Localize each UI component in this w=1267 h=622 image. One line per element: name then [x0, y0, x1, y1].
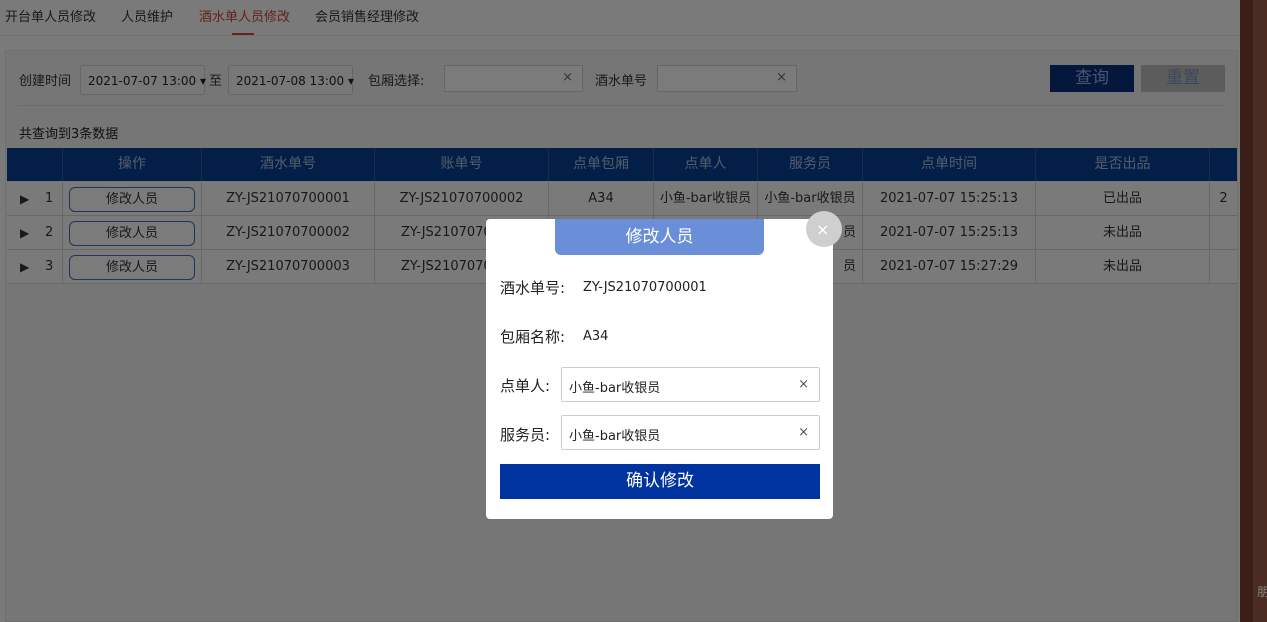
edge-glyph: 朋 [1257, 585, 1267, 599]
window-edge-inner [1253, 0, 1267, 622]
orderer-select-value: 小鱼-bar收银员 [569, 381, 661, 396]
dialog-close-button[interactable]: × [806, 211, 842, 247]
orderer-label: 点单人: [500, 377, 551, 395]
order-no-label: 酒水单号: [500, 279, 566, 297]
clear-icon[interactable]: × [798, 425, 809, 440]
orderer-select[interactable]: 小鱼-bar收银员 × [561, 367, 820, 402]
waiter-select[interactable]: 小鱼-bar收银员 × [561, 415, 820, 450]
clear-icon[interactable]: × [798, 377, 809, 392]
dialog-title: 修改人员 [555, 219, 764, 255]
edit-staff-dialog: 修改人员 × 酒水单号: ZY-JS21070700001 包厢名称: A34 … [486, 211, 842, 519]
room-name-label: 包厢名称: [500, 328, 566, 346]
order-no-value: ZY-JS21070700001 [583, 280, 707, 295]
confirm-edit-button[interactable]: 确认修改 [500, 464, 820, 499]
waiter-label: 服务员: [500, 426, 551, 444]
waiter-select-value: 小鱼-bar收银员 [569, 429, 661, 444]
close-icon[interactable]: × [816, 220, 829, 239]
room-name-value: A34 [583, 329, 609, 344]
